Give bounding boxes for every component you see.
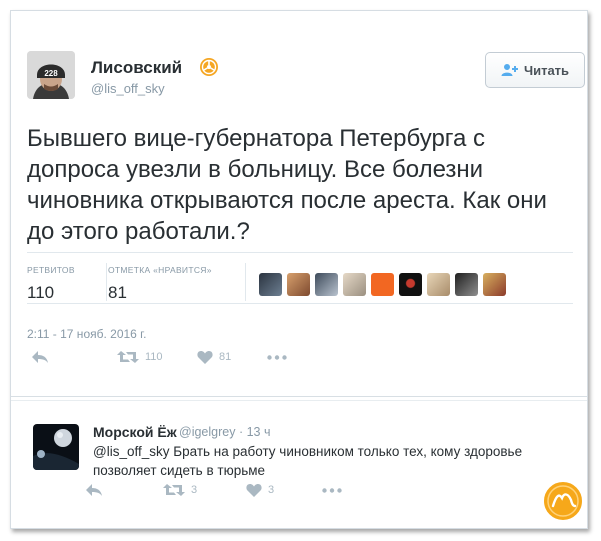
verified-badge-icon [200,58,218,76]
reply-time[interactable]: 13 ч [247,425,271,439]
reply-more-action[interactable] [322,488,342,493]
liker-avatar[interactable] [259,273,282,296]
reply-like-count: 3 [268,484,275,496]
like-count: 81 [219,351,232,363]
like-heart-icon [246,484,262,497]
reply-author-avatar[interactable] [33,424,79,470]
stats-separator [245,263,246,301]
stats-separator [106,263,107,301]
liker-avatar[interactable] [427,273,450,296]
like-heart-icon [197,351,213,364]
reply-mention[interactable]: @lis_off_sky [93,444,170,459]
reply-retweet-count: 3 [191,484,198,496]
liker-avatar[interactable] [399,273,422,296]
liker-avatar[interactable] [455,273,478,296]
reply-text: @lis_off_sky Брать на работу чиновником … [93,442,563,480]
more-dots-icon [322,488,342,493]
retweets-count[interactable]: 110 [27,283,54,303]
author-handle[interactable]: @lis_off_sky [91,81,165,96]
liker-avatar[interactable] [315,273,338,296]
tweet-card: 228 Лисовский @lis_off_sky Читать Бывшег… [10,10,588,529]
likes-count[interactable]: 81 [108,283,127,303]
likes-label: ОТМЕТКА «НРАВИТСЯ» [108,265,212,275]
follow-button[interactable]: Читать [485,52,585,88]
stats-bottom-divider [27,303,573,304]
reply-meta: @igelgrey · 13 ч [179,425,270,439]
reply-time-separator: · [238,425,247,439]
more-action[interactable] [267,355,287,360]
watermark-logo-icon [542,480,584,522]
reply-like-action[interactable]: 3 [246,483,274,497]
liked-by-avatars [259,273,506,296]
reply-action[interactable] [31,350,49,364]
retweet-action[interactable]: 110 [117,350,163,364]
tweet-text: Бывшего вице-губернатора Петербурга с до… [27,125,547,245]
reply-author-handle[interactable]: @igelgrey [179,425,235,439]
like-action[interactable]: 81 [197,350,231,364]
author-avatar[interactable]: 228 [27,51,75,99]
reply-author-name[interactable]: Морской Ёж [93,424,177,440]
reply-icon [86,484,102,496]
more-dots-icon [267,355,287,360]
liker-avatar[interactable] [483,273,506,296]
reply-icon [32,351,48,363]
reply-divider [11,396,587,397]
liker-avatar[interactable] [343,273,366,296]
reply-reply-action[interactable] [85,483,103,497]
author-name[interactable]: Лисовский [91,58,182,78]
retweets-label: РЕТВИТОВ [27,265,75,275]
reply-divider [11,400,587,401]
liker-avatar[interactable] [371,273,394,296]
reply-retweet-action[interactable]: 3 [163,483,197,497]
follow-person-plus-icon [501,64,518,76]
tweet-timestamp[interactable]: 2:11 - 17 нояб. 2016 г. [27,327,146,341]
retweet-icon [117,351,139,363]
retweet-icon [163,484,185,496]
follow-button-label: Читать [523,62,570,78]
retweet-count: 110 [145,351,163,363]
stats-top-divider [27,252,573,253]
avatar-cap-label: 228 [44,69,58,78]
liker-avatar[interactable] [287,273,310,296]
